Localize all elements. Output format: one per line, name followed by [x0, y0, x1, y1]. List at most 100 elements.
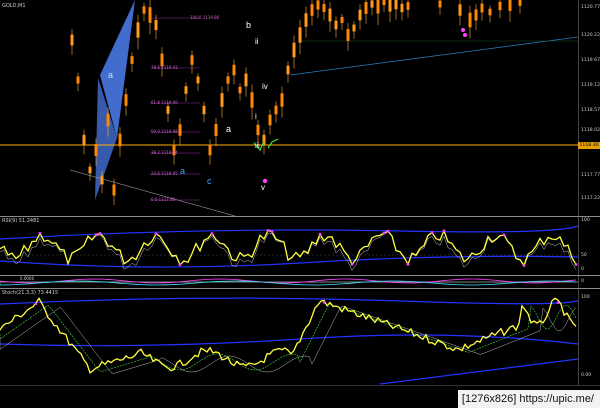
candle-body — [106, 113, 110, 127]
candle-body — [142, 6, 146, 14]
wave-label-v: v — [261, 183, 265, 192]
price-chart-pane[interactable]: GOLD,M1 a b ii iv a i iii a c v 100.0 11… — [0, 0, 578, 216]
candle-body — [274, 105, 278, 115]
candle-body — [82, 134, 86, 146]
signal-dot — [461, 28, 465, 32]
rsi-extreme-dot — [350, 262, 354, 266]
rsi-extreme-dot — [38, 231, 42, 235]
stochastic-band — [379, 358, 578, 385]
candle-body — [322, 3, 326, 13]
candle-body — [328, 8, 332, 22]
candle-body — [76, 76, 80, 84]
candle-body — [508, 0, 512, 11]
fib-level-label: 38.2 1118.44 — [151, 150, 178, 155]
candle-body — [118, 133, 122, 147]
candle-body — [196, 76, 200, 84]
rsi-extreme-dot — [270, 230, 274, 234]
candle-body — [292, 42, 296, 58]
stochastic-tick: 100 — [581, 295, 590, 300]
rsi-pane[interactable]: RSI(9) 51.2481 — [0, 217, 578, 275]
candle-body — [88, 166, 92, 174]
rsi-title: RSI(9) 51.2481 — [2, 218, 40, 224]
rsi-axis: 100 50 0 — [578, 217, 600, 275]
candle-body — [286, 65, 290, 75]
candle-body — [498, 1, 502, 11]
price-tick: 1120.77 — [581, 5, 600, 10]
candle-body — [100, 175, 104, 185]
wave-label-a3: a — [180, 166, 186, 176]
fib-level-label: 50.0 1118.68 — [151, 129, 178, 134]
candle-body — [70, 34, 74, 46]
symbol-title: GOLD,M1 — [2, 3, 26, 9]
rsi-tick: 50 — [581, 253, 587, 258]
candle-body — [518, 0, 522, 6]
rsi-extreme-dot — [502, 233, 506, 237]
rsi-band-upper — [0, 221, 578, 240]
rsi-extreme-dot — [406, 262, 410, 266]
watermark-badge: [1276x826] https://upic.me/ — [457, 390, 600, 408]
candle-body — [190, 55, 194, 65]
candle-body — [238, 86, 242, 94]
candle-body — [184, 86, 188, 94]
candle-body — [474, 9, 478, 21]
price-tick: 1118.02 — [581, 128, 600, 133]
candle-body — [352, 24, 356, 32]
rsi-extreme-dot — [574, 263, 578, 266]
rsi-tick: 0 — [581, 267, 584, 272]
candle-body — [358, 9, 362, 21]
signal-dot — [463, 33, 467, 37]
rsi-extreme-dot — [522, 264, 526, 267]
stochastic-title: Stoch(21,3,3) 73.4415 — [2, 290, 59, 296]
stochastic-pane[interactable]: Stoch(21,3,3) 73.4415 — [0, 289, 578, 385]
price-tick: 1117.22 — [581, 196, 600, 201]
price-chart — [0, 0, 578, 216]
candle-body — [310, 4, 314, 16]
rsi-extreme-dot — [318, 232, 322, 236]
candle-body — [214, 123, 218, 137]
wave-label-i: i — [255, 112, 257, 121]
rsi-extreme-dot — [382, 231, 386, 235]
fib-level-label: 78.6 1119.41 — [151, 65, 178, 70]
candle-body — [468, 12, 472, 28]
candle-body — [130, 56, 134, 64]
fib-level-label: 100.0 1119.86 — [190, 15, 220, 20]
candle-body — [346, 29, 350, 41]
stochastic-signal-line — [0, 303, 577, 372]
candle-body — [94, 144, 98, 156]
wave-label-a1: a — [108, 70, 114, 80]
rsi-extreme-dot — [154, 232, 158, 236]
candle-body — [394, 0, 398, 10]
candle-body — [304, 13, 308, 27]
candle-body — [334, 20, 338, 30]
wave-label-b: b — [246, 20, 252, 30]
candle-body — [480, 3, 484, 13]
candle-body — [244, 73, 248, 87]
stochastic-band — [0, 297, 578, 305]
rsi-band-lower — [0, 255, 578, 268]
fib-level-label: 23.6 1118.05 — [151, 171, 178, 176]
price-tick: 1119.67 — [581, 58, 600, 63]
candle-body — [208, 144, 212, 156]
wave-label-c: c — [207, 176, 212, 186]
rsi-extreme-dot — [386, 229, 390, 233]
candle-body — [400, 3, 404, 13]
rsi-tick: 100 — [581, 218, 590, 223]
oscillator-pane[interactable]: 0.0006 — [0, 276, 578, 288]
rsi-extreme-dot — [98, 231, 102, 235]
wave-label-iii: iii — [255, 143, 260, 150]
rsi-chart — [0, 221, 578, 271]
stochastic-band — [0, 334, 578, 347]
candle-body — [268, 114, 272, 126]
candle-body — [340, 16, 344, 24]
stochastic-tick: 0.00 — [581, 373, 592, 378]
candle-body — [112, 184, 116, 196]
candle-body — [458, 4, 462, 16]
wave-label-iv: iv — [262, 82, 268, 91]
oscillator-title: 0.0006 — [20, 276, 34, 281]
candle-body — [280, 93, 284, 107]
candle-body — [364, 2, 368, 14]
stochastic-extreme-dot — [322, 301, 326, 304]
candle-body — [388, 0, 392, 12]
rsi-extreme-dot — [266, 228, 270, 232]
rsi-extreme-dot — [430, 231, 434, 234]
